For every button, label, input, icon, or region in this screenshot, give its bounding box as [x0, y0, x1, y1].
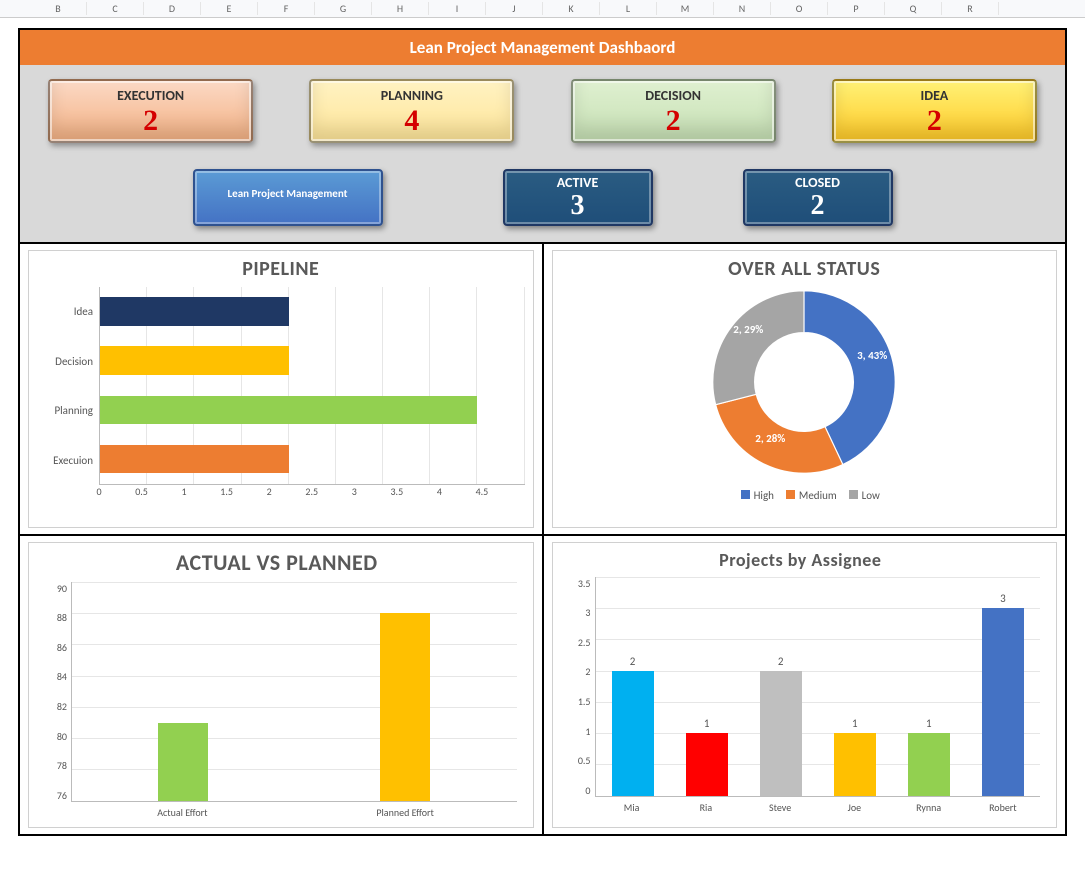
- legend-swatch: [786, 490, 795, 499]
- col-header: L: [600, 2, 657, 15]
- col-header: K: [543, 2, 600, 15]
- kpi-label: EXECUTION: [50, 87, 251, 104]
- kpi-tile-decision[interactable]: DECISION 2: [571, 79, 776, 143]
- col-header: E: [201, 2, 258, 15]
- col-header: I: [429, 2, 486, 15]
- assignee-bar-value: 1: [908, 717, 950, 730]
- avp-x-label: Planned Effort: [294, 802, 517, 819]
- pipeline-row-label: Execuion: [37, 435, 99, 485]
- assignee-x-label: Ria: [669, 797, 743, 814]
- col-header: B: [30, 2, 87, 15]
- kpi-value: 2: [573, 104, 774, 137]
- col-header: P: [828, 2, 885, 15]
- assignee-bar-value: 1: [834, 717, 876, 730]
- legend-label: High: [754, 489, 774, 502]
- pipeline-x-axis: 00.511.522.533.544.5: [99, 485, 525, 498]
- pipeline-bar: [100, 445, 289, 474]
- assignee-bar: 2: [760, 671, 802, 796]
- assignee-x-label: Rynna: [892, 797, 966, 814]
- actual-vs-planned-panel: ACTUAL VS PLANNED 9088868482807876 Actua…: [20, 536, 542, 834]
- pipeline-row-label: Idea: [37, 287, 99, 337]
- pipeline-bar: [100, 396, 477, 425]
- avp-bar: [380, 613, 430, 801]
- assignee-bar-value: 2: [612, 655, 654, 668]
- assignee-y-axis: 3.532.521.510.50: [561, 577, 595, 797]
- assignee-x-label: Steve: [743, 797, 817, 814]
- legend-swatch: [741, 490, 750, 499]
- kpi-value: 4: [311, 104, 512, 137]
- assignee-x-label: Robert: [966, 797, 1040, 814]
- col-header: J: [486, 2, 543, 15]
- col-header: O: [771, 2, 828, 15]
- kpi-tile-execution[interactable]: EXECUTION 2: [48, 79, 253, 143]
- assignee-bar-value: 2: [760, 655, 802, 668]
- avp-title: ACTUAL VS PLANNED: [37, 549, 517, 576]
- kpi-tile-planning[interactable]: PLANNING 4: [309, 79, 514, 143]
- assignee-bar: 2: [612, 671, 654, 796]
- kpi-row-1: EXECUTION 2 PLANNING 4 DECISION 2 IDEA 2: [40, 79, 1045, 143]
- status-tile-closed[interactable]: CLOSED 2: [743, 169, 893, 226]
- status-label: ACTIVE: [505, 174, 651, 191]
- avp-bar: [158, 723, 208, 801]
- donut-label-high: 3, 43%: [857, 349, 887, 362]
- legend-label: Low: [862, 489, 880, 502]
- pipeline-y-labels: IdeaDecisionPlanningExecuion: [37, 287, 99, 485]
- col-header: N: [714, 2, 771, 15]
- kpi-row-2: Lean Project Management ACTIVE 3 CLOSED …: [40, 169, 1045, 226]
- donut-label-medium: 2, 28%: [755, 432, 785, 445]
- col-header: F: [258, 2, 315, 15]
- status-value: 2: [745, 191, 891, 222]
- overall-status-panel: OVER ALL STATUS 3, 43% 2, 28% 2, 29% Hig…: [544, 244, 1066, 534]
- kpi-label: IDEA: [834, 87, 1035, 104]
- col-header: G: [315, 2, 372, 15]
- assignee-bar-value: 3: [982, 592, 1024, 605]
- assignee-x-label: Mia: [595, 797, 669, 814]
- overall-status-legend: High Medium Low: [561, 489, 1049, 502]
- status-label: CLOSED: [745, 174, 891, 191]
- pipeline-bar: [100, 297, 289, 326]
- pipeline-row-label: Decision: [37, 336, 99, 386]
- kpi-label: DECISION: [573, 87, 774, 104]
- kpi-value: 2: [50, 104, 251, 137]
- kpi-label: PLANNING: [311, 87, 512, 104]
- status-tile-group: ACTIVE 3 CLOSED 2: [503, 169, 893, 226]
- assignee-bar: 3: [982, 608, 1024, 796]
- avp-y-axis: 9088868482807876: [37, 582, 71, 802]
- pipeline-row-label: Planning: [37, 386, 99, 436]
- avp-x-axis: Actual EffortPlanned Effort: [71, 802, 517, 819]
- dashboard-sheet: Lean Project Management Dashbaord EXECUT…: [18, 28, 1067, 836]
- kpi-value: 2: [834, 104, 1035, 137]
- pipeline-bar: [100, 346, 289, 375]
- col-header: M: [657, 2, 714, 15]
- assignee-title: Projects by Assignee: [561, 549, 1041, 571]
- pipeline-title: PIPELINE: [37, 257, 525, 281]
- pipeline-panel: PIPELINE IdeaDecisionPlanningExecuion 00…: [20, 244, 542, 534]
- column-header-strip: BCDEFGHIJKLMNOPQR: [0, 0, 1085, 18]
- assignee-panel: Projects by Assignee 3.532.521.510.50 21…: [544, 536, 1066, 834]
- assignee-bar: 1: [686, 733, 728, 796]
- status-value: 3: [505, 191, 651, 222]
- overall-status-title: OVER ALL STATUS: [561, 257, 1049, 281]
- legend-label: Medium: [799, 489, 837, 502]
- col-header: D: [144, 2, 201, 15]
- kpi-tile-idea[interactable]: IDEA 2: [832, 79, 1037, 143]
- assignee-bar: 1: [908, 733, 950, 796]
- donut-label-low: 2, 29%: [733, 323, 763, 336]
- chart-grid: PIPELINE IdeaDecisionPlanningExecuion 00…: [20, 242, 1065, 834]
- avp-x-label: Actual Effort: [71, 802, 294, 819]
- dashboard-title: Lean Project Management Dashbaord: [20, 30, 1065, 65]
- lean-project-management-button[interactable]: Lean Project Management: [193, 169, 383, 226]
- legend-swatch: [849, 490, 858, 499]
- tile-area: EXECUTION 2 PLANNING 4 DECISION 2 IDEA 2…: [20, 65, 1065, 242]
- overall-status-donut: 3, 43% 2, 28% 2, 29%: [709, 287, 899, 477]
- status-tile-active[interactable]: ACTIVE 3: [503, 169, 653, 226]
- col-header: R: [942, 2, 999, 15]
- assignee-x-label: Joe: [817, 797, 891, 814]
- col-header: H: [372, 2, 429, 15]
- col-header: Q: [885, 2, 942, 15]
- col-header: C: [87, 2, 144, 15]
- assignee-bar: 1: [834, 733, 876, 796]
- assignee-bar-value: 1: [686, 717, 728, 730]
- assignee-x-axis: MiaRiaSteveJoeRynnaRobert: [595, 797, 1041, 814]
